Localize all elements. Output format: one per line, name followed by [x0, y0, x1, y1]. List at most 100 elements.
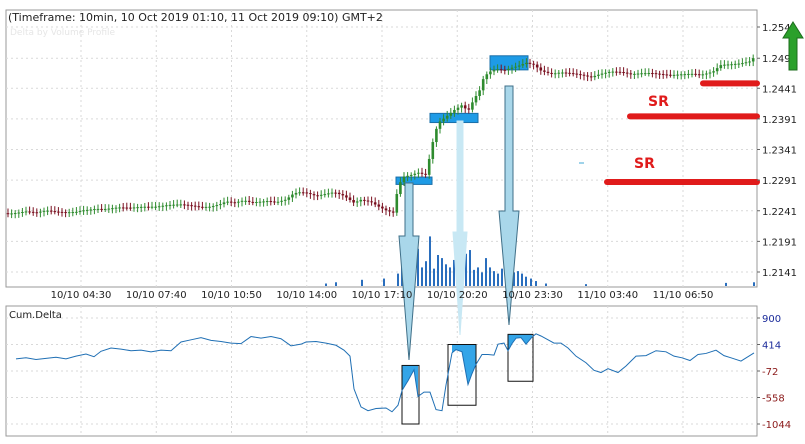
candle-body — [39, 211, 42, 213]
candle-body — [211, 206, 215, 208]
candle-body — [528, 62, 532, 64]
volume-bar — [497, 273, 499, 286]
candle-body — [341, 194, 345, 196]
candle-body — [49, 210, 53, 212]
candle-body — [136, 207, 139, 209]
candle-body — [449, 112, 453, 116]
candle-body — [546, 71, 550, 73]
candle-body — [222, 202, 226, 205]
volume-bar — [525, 276, 527, 286]
candle-body — [525, 62, 528, 65]
candle-body — [654, 73, 658, 75]
candle-body — [229, 201, 233, 203]
candle-body — [139, 206, 143, 208]
candle-body — [474, 96, 478, 103]
candle-body — [561, 72, 564, 74]
delta-y-tick-label: -558 — [762, 394, 785, 405]
candle-body — [409, 174, 413, 176]
candle-body — [521, 64, 525, 66]
candle-body — [240, 200, 244, 202]
candle-body — [604, 72, 607, 74]
candle-body — [503, 69, 507, 71]
delta-y-tick-label: -1044 — [762, 420, 791, 431]
candle-body — [57, 211, 60, 213]
candle-body — [712, 71, 715, 73]
candle-body — [100, 208, 103, 210]
candle-body — [71, 212, 75, 214]
candle-body — [453, 109, 456, 113]
candle-body — [31, 211, 35, 213]
candle-body — [625, 72, 629, 74]
candle-body — [730, 64, 733, 66]
volume-bar — [449, 267, 451, 286]
volume-bar — [725, 282, 727, 286]
candle-body — [111, 208, 114, 210]
volume-bar — [361, 279, 363, 286]
candle-body — [85, 209, 89, 211]
candle-body — [265, 201, 269, 203]
candle-body — [719, 65, 723, 69]
x-tick-label: 10/10 04:30 — [51, 290, 112, 301]
candle-body — [611, 71, 615, 73]
candle-body — [690, 73, 694, 75]
candle-body — [665, 74, 669, 76]
candle-body — [219, 204, 222, 206]
volume-bar — [517, 271, 519, 286]
candle-body — [597, 74, 600, 76]
candle-body — [424, 173, 427, 175]
candle-body — [276, 201, 280, 203]
candle-body — [615, 71, 618, 73]
chart-root: (Timeframe: 10min, 10 Oct 2019 01:10, 11… — [0, 0, 805, 440]
volume-bar — [429, 236, 431, 286]
candle-body — [715, 68, 719, 72]
candle-body — [118, 207, 121, 209]
candle-body — [132, 207, 136, 209]
candle-body — [291, 194, 294, 198]
candle-body — [485, 74, 489, 80]
chart-title: (Timeframe: 10min, 10 Oct 2019 01:10, 11… — [8, 11, 383, 24]
candle-body — [298, 192, 301, 194]
candle-body — [463, 105, 467, 109]
x-tick-label: 10/10 17:10 — [352, 290, 413, 301]
x-tick-label: 10/10 23:30 — [502, 290, 563, 301]
candle-body — [669, 74, 672, 76]
candle-body — [618, 71, 622, 73]
candle-body — [701, 74, 705, 76]
price-y-tick-label: 1.2441 — [762, 84, 797, 95]
x-tick-label: 10/10 14:00 — [276, 290, 337, 301]
candle-body — [13, 213, 17, 215]
candle-body — [370, 201, 373, 203]
candle-body — [215, 205, 219, 207]
candle-body — [499, 69, 503, 71]
volume-bar — [441, 258, 443, 286]
candle-body — [532, 63, 535, 65]
candle-body — [550, 72, 553, 74]
candle-body — [481, 79, 485, 91]
price-y-tick-label: 1.2191 — [762, 237, 797, 248]
candle-body — [103, 208, 107, 210]
candle-body — [438, 121, 442, 129]
candle-body — [582, 74, 586, 76]
price-y-tick-label: 1.2391 — [762, 115, 797, 126]
chart-canvas: (Timeframe: 10min, 10 Oct 2019 01:10, 11… — [5, 9, 804, 437]
candle-body — [283, 199, 287, 201]
candle-body — [193, 205, 197, 207]
candle-body — [323, 194, 327, 196]
candle-body — [705, 73, 708, 75]
candle-body — [413, 173, 417, 175]
candle-body — [489, 71, 492, 75]
candle-body — [658, 73, 661, 75]
candle-body — [129, 207, 132, 209]
volume-bar — [335, 282, 337, 286]
candle-body — [10, 213, 13, 215]
volume-bar — [473, 269, 475, 286]
candle-body — [179, 204, 183, 206]
candle-body — [420, 172, 424, 174]
candle-body — [114, 207, 118, 209]
candle-body — [154, 206, 157, 208]
candle-body — [553, 73, 557, 75]
candle-body — [258, 201, 262, 203]
candle-body — [456, 107, 460, 110]
candle-body — [143, 206, 147, 208]
candle-body — [226, 201, 229, 203]
